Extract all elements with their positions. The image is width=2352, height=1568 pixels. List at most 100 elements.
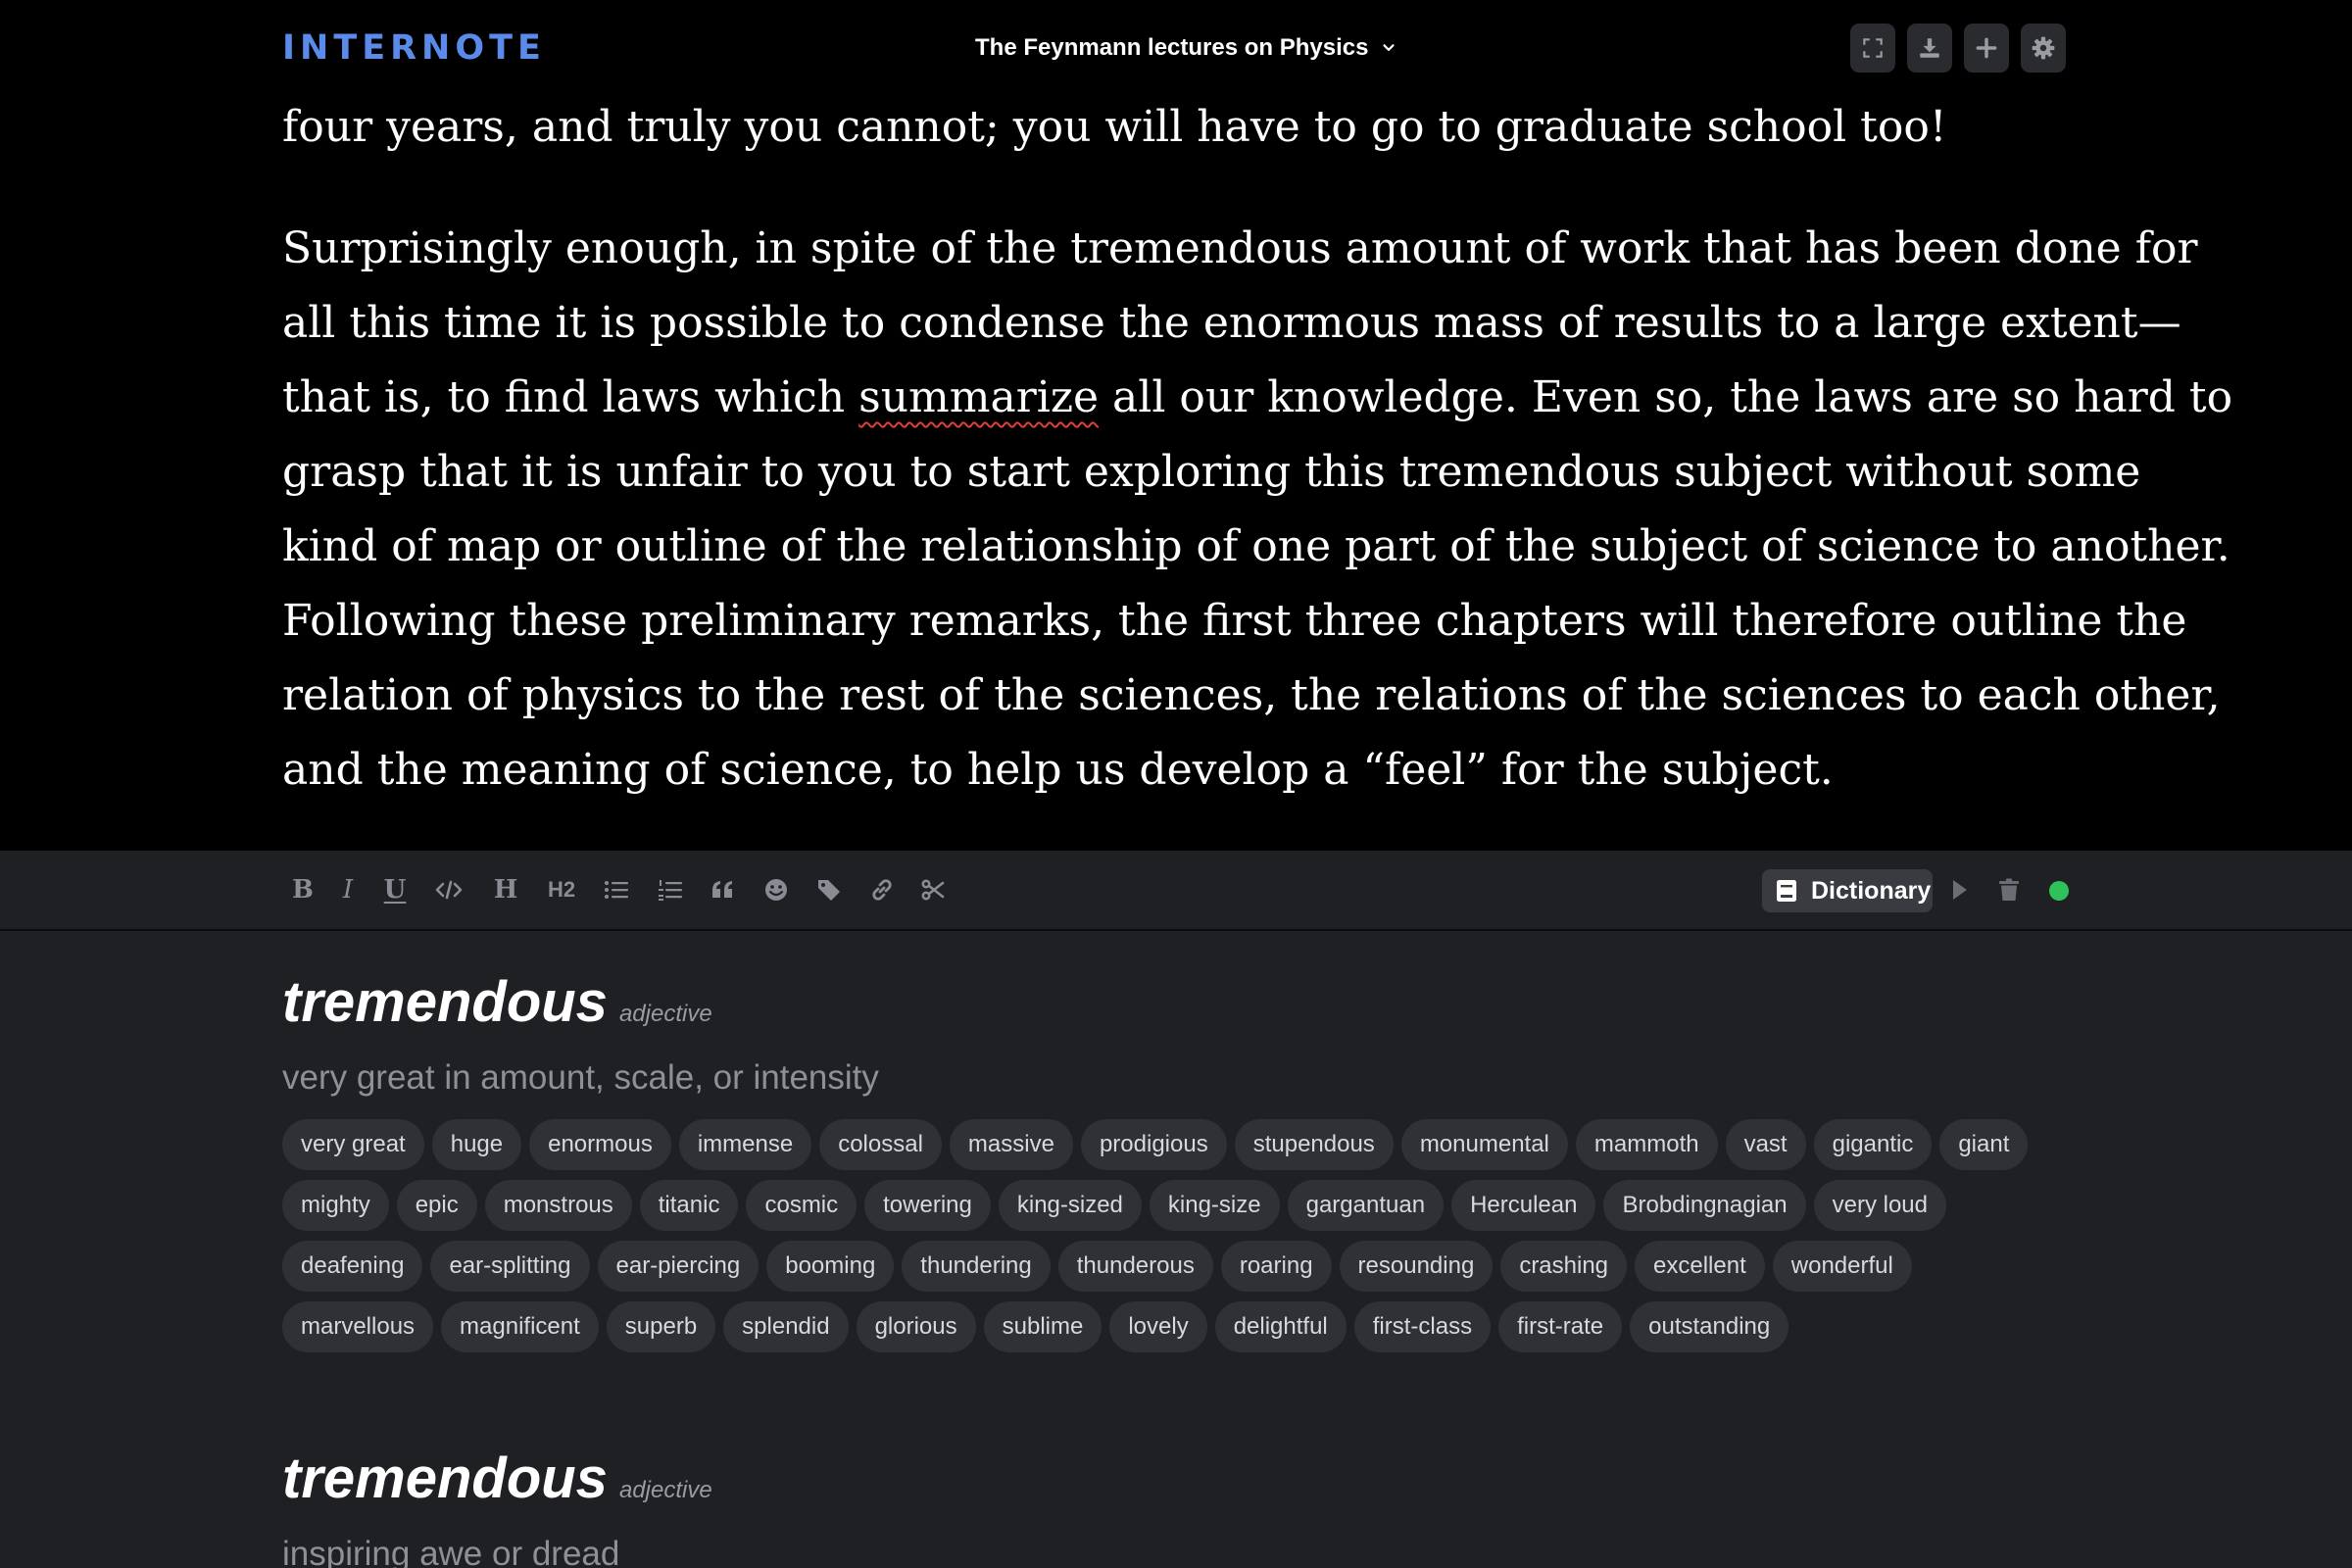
synonym-chip[interactable]: ear-piercing: [597, 1241, 760, 1292]
synonym-chip[interactable]: epic: [396, 1180, 477, 1231]
synonym-chip[interactable]: first-rate: [1498, 1301, 1623, 1352]
underline-icon: U: [383, 875, 407, 905]
synonym-chip[interactable]: huge: [431, 1119, 522, 1170]
heading2-icon: H2: [547, 877, 576, 902]
paragraph[interactable]: Surprisingly enough, in spite of the tre…: [282, 212, 2232, 808]
code-button[interactable]: [429, 870, 468, 909]
fullscreen-button[interactable]: [1850, 24, 1895, 73]
misspelled-word[interactable]: summarize: [858, 372, 1099, 422]
synonym-chip[interactable]: monstrous: [484, 1180, 632, 1231]
synonym-chip[interactable]: gargantuan: [1287, 1180, 1445, 1231]
synonym-chip[interactable]: wonderful: [1772, 1241, 1912, 1292]
synonym-chip[interactable]: roaring: [1220, 1241, 1332, 1292]
dictionary-button[interactable]: Dictionary: [1762, 869, 1933, 912]
entry-heading: tremendous adjective: [282, 970, 2085, 1035]
synonym-chip[interactable]: superb: [606, 1301, 716, 1352]
play-button[interactable]: [1939, 870, 1979, 909]
synonym-chip[interactable]: crashing: [1500, 1241, 1628, 1292]
synonym-chip[interactable]: excellent: [1635, 1241, 1765, 1292]
text-run: that is, to find laws which: [282, 372, 859, 422]
synonym-chip[interactable]: glorious: [856, 1301, 976, 1352]
synonym-chip[interactable]: stupendous: [1234, 1119, 1394, 1170]
synonym-chip[interactable]: mighty: [282, 1180, 389, 1231]
tag-button[interactable]: [809, 870, 849, 909]
paragraph-text-line[interactable]: grasp that it is unfair to you to start …: [282, 435, 2140, 510]
synonym-chip[interactable]: titanic: [639, 1180, 739, 1231]
headword: tremendous: [282, 1446, 608, 1510]
synonym-chip[interactable]: towering: [864, 1180, 991, 1231]
synonym-chip[interactable]: immense: [678, 1119, 812, 1170]
quote-button[interactable]: [704, 870, 743, 909]
synonym-chip[interactable]: Herculean: [1451, 1180, 1596, 1231]
synonym-chip[interactable]: giant: [1939, 1119, 2029, 1170]
paragraph-text-line[interactable]: relation of physics to the rest of the s…: [282, 659, 2221, 733]
synonym-chip[interactable]: mammoth: [1575, 1119, 1718, 1170]
fullscreen-icon: [1863, 38, 1883, 58]
synonym-chip[interactable]: monumental: [1400, 1119, 1568, 1170]
underline-button[interactable]: U: [375, 870, 415, 909]
numbered-list-button[interactable]: [651, 870, 690, 909]
numbered-list-icon: [659, 880, 682, 901]
note-editor[interactable]: four years, and truly you cannot; you wi…: [282, 90, 2232, 808]
bold-icon: B: [292, 875, 314, 905]
document-title-dropdown[interactable]: The Feynmann lectures on Physics: [975, 30, 1397, 66]
paragraph-text-line[interactable]: kind of map or outline of the relationsh…: [282, 510, 2230, 584]
synonym-chip[interactable]: marvellous: [282, 1301, 434, 1352]
heading2-button[interactable]: H2: [542, 870, 581, 909]
link-button[interactable]: [862, 870, 902, 909]
synonym-chip[interactable]: sublime: [983, 1301, 1102, 1352]
quote-icon: [712, 881, 732, 898]
synonym-chip[interactable]: colossal: [819, 1119, 942, 1170]
synonym-chip[interactable]: vast: [1725, 1119, 1806, 1170]
entry-heading: tremendous adjective: [282, 1446, 2085, 1511]
app-logo[interactable]: INTERNOTE: [282, 25, 546, 71]
delete-button[interactable]: [1989, 870, 2029, 909]
document-title: The Feynmann lectures on Physics: [975, 34, 1369, 61]
text-run: all our knowledge. Even so, the laws are…: [1099, 372, 2233, 422]
synonym-chip[interactable]: delightful: [1214, 1301, 1347, 1352]
add-note-button[interactable]: [1964, 24, 2009, 73]
synonym-chip[interactable]: king-sized: [998, 1180, 1142, 1231]
synonym-chip[interactable]: cosmic: [746, 1180, 858, 1231]
paragraph-text-line[interactable]: four years, and truly you cannot; you wi…: [282, 90, 2085, 165]
paragraph-text-line[interactable]: that is, to find laws which summarize al…: [282, 361, 2232, 435]
paragraph-text-line[interactable]: Surprisingly enough, in spite of the tre…: [282, 212, 2198, 286]
synonym-chip[interactable]: enormous: [529, 1119, 671, 1170]
synonym-chip[interactable]: lovely: [1109, 1301, 1207, 1352]
synonym-chip[interactable]: prodigious: [1080, 1119, 1227, 1170]
paragraph-text-line[interactable]: Following these preliminary remarks, the…: [282, 584, 2186, 659]
definition: very great in amount, scale, or intensit…: [282, 1058, 879, 1097]
bold-button[interactable]: B: [283, 870, 322, 909]
trash-icon: [1999, 878, 2019, 901]
synonym-chip[interactable]: massive: [949, 1119, 1073, 1170]
synonym-chip[interactable]: outstanding: [1630, 1301, 1789, 1352]
heading-button[interactable]: H: [486, 870, 525, 909]
synonym-chip[interactable]: thundering: [902, 1241, 1051, 1292]
synonym-chip[interactable]: booming: [766, 1241, 895, 1292]
download-button[interactable]: [1907, 24, 1952, 73]
synonym-chip[interactable]: resounding: [1339, 1241, 1494, 1292]
synonym-chip[interactable]: very loud: [1813, 1180, 1946, 1231]
paragraph-text-line[interactable]: all this time it is possible to condense…: [282, 286, 2181, 361]
scissors-button[interactable]: [913, 870, 953, 909]
paragraph-text-line[interactable]: and the meaning of science, to help us d…: [282, 733, 2085, 808]
bullet-list-button[interactable]: [597, 870, 636, 909]
synonym-chip[interactable]: Brobdingnagian: [1603, 1180, 1806, 1231]
code-icon: [435, 880, 463, 900]
synonym-chip[interactable]: thunderous: [1057, 1241, 1213, 1292]
synonym-chip[interactable]: king-size: [1149, 1180, 1280, 1231]
synonym-chip[interactable]: very great: [282, 1119, 424, 1170]
synonym-chip[interactable]: magnificent: [441, 1301, 599, 1352]
dictionary-entry: tremendous adjective very great in amoun…: [282, 970, 2085, 1352]
synonym-chip[interactable]: splendid: [723, 1301, 849, 1352]
italic-button[interactable]: I: [328, 870, 368, 909]
emoji-button[interactable]: [757, 870, 796, 909]
chevron-down-icon: [1383, 44, 1396, 51]
italic-icon: I: [342, 875, 354, 905]
heading-icon: H: [493, 875, 518, 905]
synonym-chip[interactable]: deafening: [282, 1241, 423, 1292]
synonym-chip[interactable]: gigantic: [1813, 1119, 1933, 1170]
synonym-chip[interactable]: ear-splitting: [430, 1241, 590, 1292]
synonym-chip[interactable]: first-class: [1353, 1301, 1492, 1352]
settings-button[interactable]: [2021, 24, 2066, 73]
